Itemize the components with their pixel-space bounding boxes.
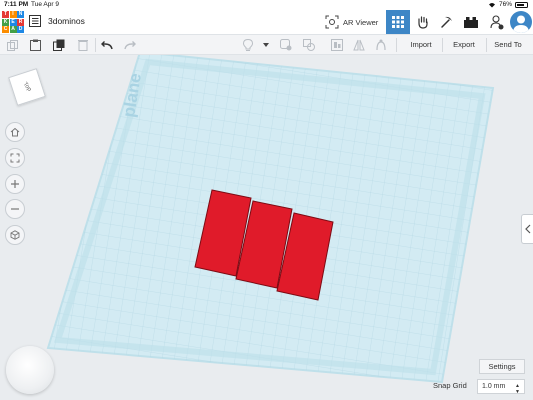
snap-grid-value: 1.0 mm [482,383,506,390]
edit-toolbar: Import Export Send To [0,35,533,55]
shape-icon [280,39,292,51]
fit-icon [10,153,20,163]
status-time: 7:11 PM [4,1,29,8]
add-user-icon [490,15,504,30]
shape-button[interactable] [279,38,293,52]
shapes-panel-toggle[interactable] [521,214,533,244]
codeblocks-button[interactable] [411,10,435,34]
undo-button[interactable] [100,38,114,52]
caret-down-icon [263,43,269,47]
mirror-button[interactable] [352,38,366,52]
updown-caret-icon: ▲ ▼ [515,383,520,395]
ar-viewer-icon [325,15,339,29]
minecraft-mode-button[interactable] [435,10,459,34]
paste-button[interactable] [28,38,42,52]
cruise-button[interactable] [374,38,388,52]
document-title[interactable]: 3dominos [48,16,85,26]
home-icon [10,127,20,137]
snap-grid-select[interactable]: 1.0 mm ▲ ▼ [477,379,525,395]
workplane-canvas[interactable]: plane [0,55,533,400]
redo-icon [124,40,136,49]
hand-icon [418,16,428,29]
grid-icon [392,16,404,28]
copy-icon [6,39,18,51]
light-dropdown-button[interactable] [259,38,273,52]
bulb-icon [243,39,253,51]
battery-percent: 76% [498,1,512,8]
toolbar-divider [95,38,96,52]
share-user-button[interactable] [485,10,509,34]
duplicate-button[interactable] [52,38,66,52]
status-right: 76% [488,0,528,9]
undo-icon [101,40,113,49]
mirror-icon [353,39,365,51]
view-cube-face-label: Top [21,81,33,93]
user-avatar[interactable] [510,11,532,33]
pickaxe-icon [441,16,452,28]
ar-viewer-label: AR Viewer [343,17,379,27]
ar-viewer-button[interactable]: AR Viewer [321,11,381,33]
fit-view-button[interactable] [5,148,25,168]
import-button[interactable]: Import [402,35,440,55]
duplicate-icon [53,39,65,51]
app-bar: TIN KER CAD 3dominos AR Viewer [0,9,533,35]
cube-icon [10,230,20,240]
paste-icon [29,39,41,51]
bricks-mode-button[interactable] [459,10,483,34]
home-view-button[interactable] [5,122,25,142]
copy-button[interactable] [5,38,19,52]
wifi-icon [488,2,495,7]
snap-grid-label: Snap Grid [433,381,467,390]
avatar-icon [513,15,529,33]
plus-icon [11,180,19,188]
toolbar-divider [396,38,397,52]
status-date: Tue Apr 9 [31,1,59,8]
trash-icon [78,40,88,51]
export-button[interactable]: Export [446,35,482,55]
send-to-button[interactable]: Send To [489,35,527,55]
toolbar-divider [442,38,443,52]
navigation-joystick[interactable] [6,346,54,394]
zoom-in-button[interactable] [5,174,25,194]
group-button[interactable] [302,38,316,52]
status-bar: 7:11 PM Tue Apr 9 76% [0,0,533,9]
toolbar-divider [486,38,487,52]
align-icon [331,39,343,51]
3d-design-view-button[interactable] [386,10,410,34]
light-button[interactable] [241,38,255,52]
minus-icon [11,208,19,210]
align-button[interactable] [330,38,344,52]
redo-button[interactable] [123,38,137,52]
delete-button[interactable] [76,38,90,52]
canvas-stage[interactable]: plane [0,55,533,400]
group-icon [303,39,315,51]
design-list-icon[interactable] [29,15,41,27]
settings-button[interactable]: Settings [479,359,525,374]
perspective-button[interactable] [5,225,25,245]
brick-icon [464,17,478,28]
chevron-left-icon [524,224,530,234]
zoom-out-button[interactable] [5,199,25,219]
tinkercad-logo[interactable]: TIN KER CAD [2,11,24,33]
battery-icon [515,1,528,8]
cruise-icon [376,39,386,51]
